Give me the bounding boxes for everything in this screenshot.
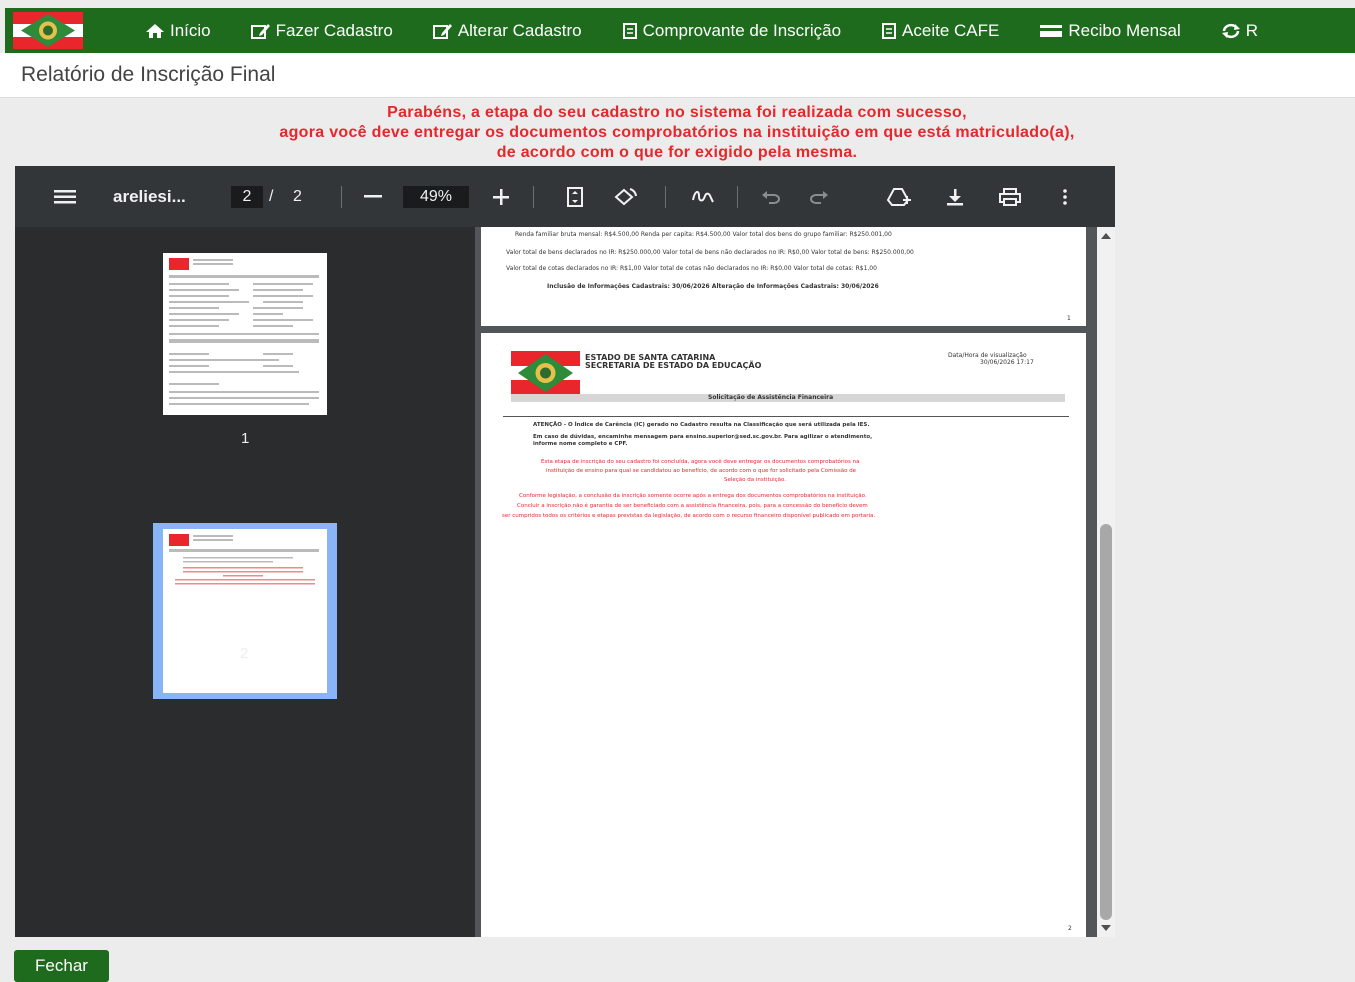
document-pane: Renda familiar bruta mensal: R$4.500,00 … [475, 227, 1115, 937]
annotate-button[interactable] [689, 166, 717, 227]
doc-red-3: Seleção da instituição. [724, 477, 787, 483]
doc-contact-1: Em caso de dúvidas, encaminhe mensagem p… [533, 434, 873, 440]
printer-icon [999, 187, 1021, 206]
p2-page-number: 2 [1068, 925, 1072, 932]
more-vertical-icon [1063, 188, 1067, 205]
document-scrollbar[interactable] [1097, 227, 1115, 937]
total-pages: 2 [293, 187, 302, 205]
home-icon [146, 23, 164, 38]
p1-row-2: Valor total de bens declarados no IR: R$… [506, 249, 914, 256]
thumbnail-1-preview [169, 258, 319, 405]
thumbnail-1-label: 1 [241, 430, 250, 447]
doc-attention: ATENÇÃO - O Índice de Carência (IC) gera… [533, 422, 870, 428]
doc-red-1: Esta etapa de inscrição do seu cadastro … [541, 459, 860, 465]
thumbnail-sidebar: 1 2 [15, 227, 475, 937]
rotate-button[interactable] [611, 166, 639, 227]
minus-icon [364, 194, 382, 197]
santa-catarina-flag-logo[interactable] [13, 12, 83, 49]
doc-red-6: ser cumpridos todos os critérios e etapa… [502, 513, 876, 519]
success-message: Parabéns, a etapa do seu cadastro no sis… [0, 103, 1355, 163]
doc-divider [503, 416, 1069, 417]
fit-page-icon [567, 186, 583, 207]
drive-add-icon [886, 187, 911, 206]
document-icon [882, 22, 897, 39]
pdf-page-1: Renda familiar bruta mensal: R$4.500,00 … [481, 227, 1086, 326]
fit-page-button[interactable] [563, 166, 587, 227]
rotate-icon [614, 187, 637, 205]
nav-recibo-mensal[interactable]: Recibo Mensal [1039, 20, 1181, 41]
success-message-line3: de acordo com o que for exigido pela mes… [496, 144, 858, 161]
nav-inicio-label: Início [170, 20, 211, 40]
undo-button[interactable] [759, 166, 783, 227]
nav-alterar-cadastro[interactable]: Alterar Cadastro [432, 20, 582, 41]
edit-icon [432, 23, 452, 39]
menu-button[interactable] [51, 166, 79, 227]
top-navbar: Início Fazer Cadastro Alterar Cadastro C… [5, 8, 1355, 53]
edit-icon [250, 23, 270, 39]
nav-refresh[interactable]: R [1221, 21, 1258, 41]
thumbnail-2-label: 2 [240, 645, 249, 662]
success-message-line1: Parabéns, a etapa do seu cadastro no sis… [387, 104, 967, 121]
p1-row-4: Inclusão de Informações Cadastrais: 30/0… [547, 283, 879, 290]
p1-row-3: Valor total de cotas declarados no IR: R… [506, 265, 877, 272]
download-button[interactable] [943, 166, 967, 227]
refresh-icon [1221, 23, 1240, 38]
page-header: Relatório de Inscrição Final [0, 53, 1355, 98]
page-separator: / [269, 187, 274, 205]
redo-button[interactable] [807, 166, 831, 227]
page-number-input[interactable]: 2 [231, 186, 263, 208]
page-thumbnail-1[interactable] [163, 253, 327, 415]
nav-alterar-cadastro-label: Alterar Cadastro [457, 20, 582, 40]
plus-icon [493, 188, 509, 205]
nav-aceite-cafe[interactable]: Aceite CAFE [881, 21, 999, 41]
thumbnail-2-preview [169, 534, 319, 585]
scroll-up-icon[interactable] [1100, 232, 1112, 240]
zoom-out-button[interactable] [361, 166, 385, 227]
hamburger-menu-icon [54, 189, 76, 203]
document-icon [622, 22, 637, 39]
nav-recibo-mensal-label: Recibo Mensal [1068, 20, 1181, 40]
draw-icon [692, 190, 714, 202]
p1-row-1: Renda familiar bruta mensal: R$4.500,00 … [515, 231, 892, 238]
pdf-page-2: ESTADO DE SANTA CATARINA SECRETARIA DE E… [481, 333, 1086, 937]
nav-comprovante-label: Comprovante de Inscrição [642, 20, 842, 40]
download-icon [947, 188, 963, 205]
redo-icon [810, 190, 828, 204]
save-to-drive-button[interactable] [885, 166, 913, 227]
pdf-viewer: areliesi... 2 / 2 49% 1 2 Renda familiar… [15, 166, 1115, 937]
nav-refresh-label: R [1245, 20, 1259, 40]
doc-header-dept: SECRETARIA DE ESTADO DA EDUCAÇÃO [585, 361, 762, 370]
nav-fazer-cadastro[interactable]: Fazer Cadastro [250, 20, 393, 41]
more-options-button[interactable] [1055, 166, 1075, 227]
success-message-line2: agora você deve entregar os documentos c… [279, 124, 1075, 141]
undo-icon [762, 190, 780, 204]
doc-red-2: instituição de ensino para qual se candi… [546, 468, 857, 474]
card-icon [1040, 24, 1063, 37]
doc-date-label: Data/Hora de visualização [948, 352, 1027, 359]
scroll-down-icon[interactable] [1100, 924, 1112, 932]
nav-comprovante[interactable]: Comprovante de Inscrição [622, 21, 841, 41]
print-button[interactable] [997, 166, 1023, 227]
doc-red-5: Concluir a inscrição não é garantia de s… [517, 503, 868, 509]
page-title: Relatório de Inscrição Final [21, 63, 276, 86]
doc-date-value: 30/06/2026 17:17 [980, 359, 1034, 366]
zoom-in-button[interactable] [489, 166, 513, 227]
pdf-filename: areliesi... [113, 186, 186, 206]
close-button[interactable]: Fechar [14, 950, 109, 982]
p1-page-number: 1 [1067, 315, 1071, 322]
doc-red-4: Conforme legislação, a conclusão da insc… [519, 493, 867, 499]
zoom-level-input[interactable]: 49% [403, 186, 469, 208]
scrollbar-thumb[interactable] [1100, 524, 1112, 920]
doc-section-title: Solicitação de Assistência Financeira [708, 394, 834, 401]
nav-aceite-cafe-label: Aceite CAFE [902, 20, 1000, 40]
nav-inicio[interactable]: Início [145, 21, 211, 41]
document-flag-logo [511, 351, 580, 395]
doc-contact-2: informe nome completo e CPF. [533, 441, 628, 447]
page-thumbnail-2[interactable] [163, 529, 327, 693]
nav-fazer-cadastro-label: Fazer Cadastro [275, 20, 393, 40]
pdf-toolbar: areliesi... 2 / 2 49% [15, 166, 1115, 227]
